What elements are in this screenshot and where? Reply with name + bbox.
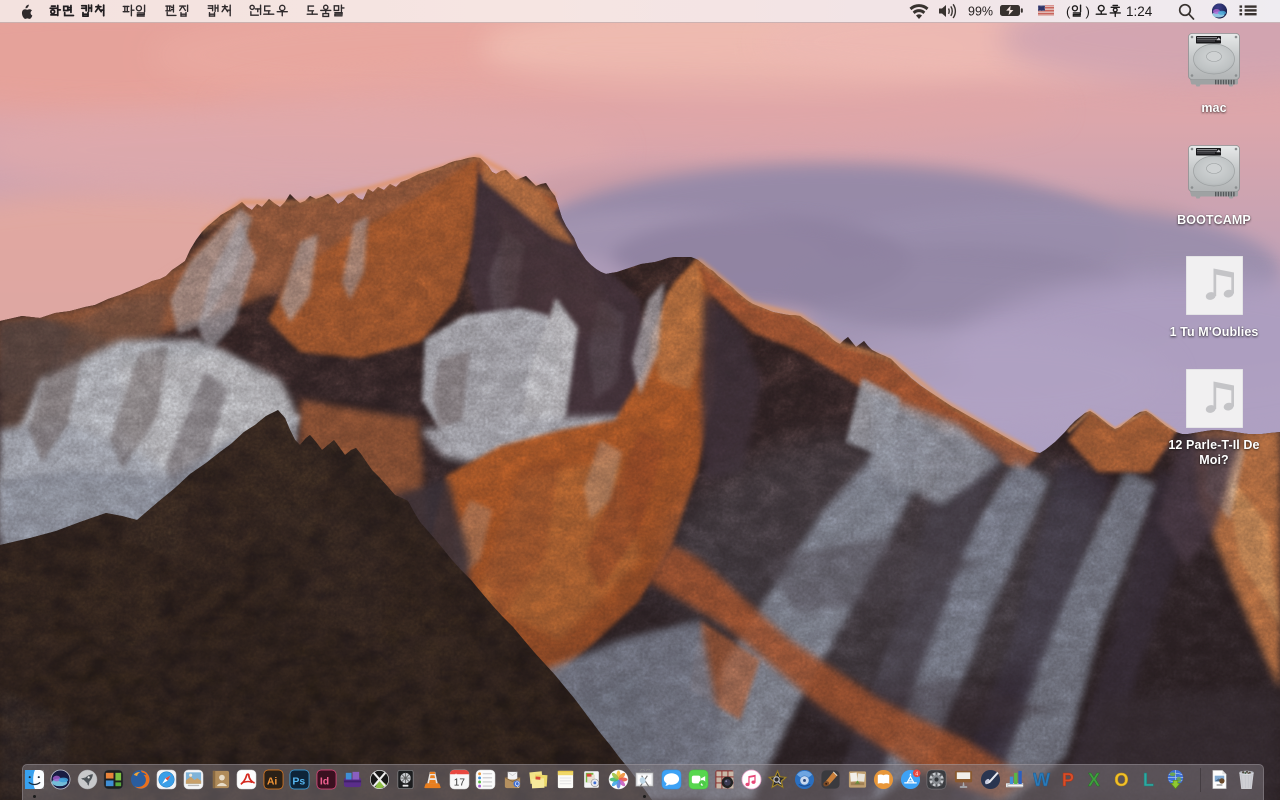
svg-text:W: W bbox=[1033, 770, 1051, 790]
svg-text:17: 17 bbox=[453, 778, 465, 789]
svg-text:6: 6 bbox=[455, 773, 457, 777]
svg-text:Ai: Ai bbox=[267, 775, 278, 787]
svg-text:X: X bbox=[1088, 770, 1100, 790]
svg-text:O: O bbox=[1115, 770, 1129, 790]
svg-text:Ps: Ps bbox=[293, 775, 306, 787]
svg-text:Id: Id bbox=[320, 775, 329, 787]
svg-text:4: 4 bbox=[915, 772, 918, 778]
svg-text:(: ( bbox=[1066, 4, 1071, 19]
svg-text:99%: 99% bbox=[968, 5, 993, 19]
svg-text:1:24: 1:24 bbox=[1126, 4, 1153, 19]
svg-text:L: L bbox=[1143, 770, 1154, 790]
svg-text:Q: Q bbox=[514, 781, 519, 788]
svg-text:): ) bbox=[1086, 4, 1090, 19]
svg-text:P: P bbox=[1062, 770, 1074, 790]
